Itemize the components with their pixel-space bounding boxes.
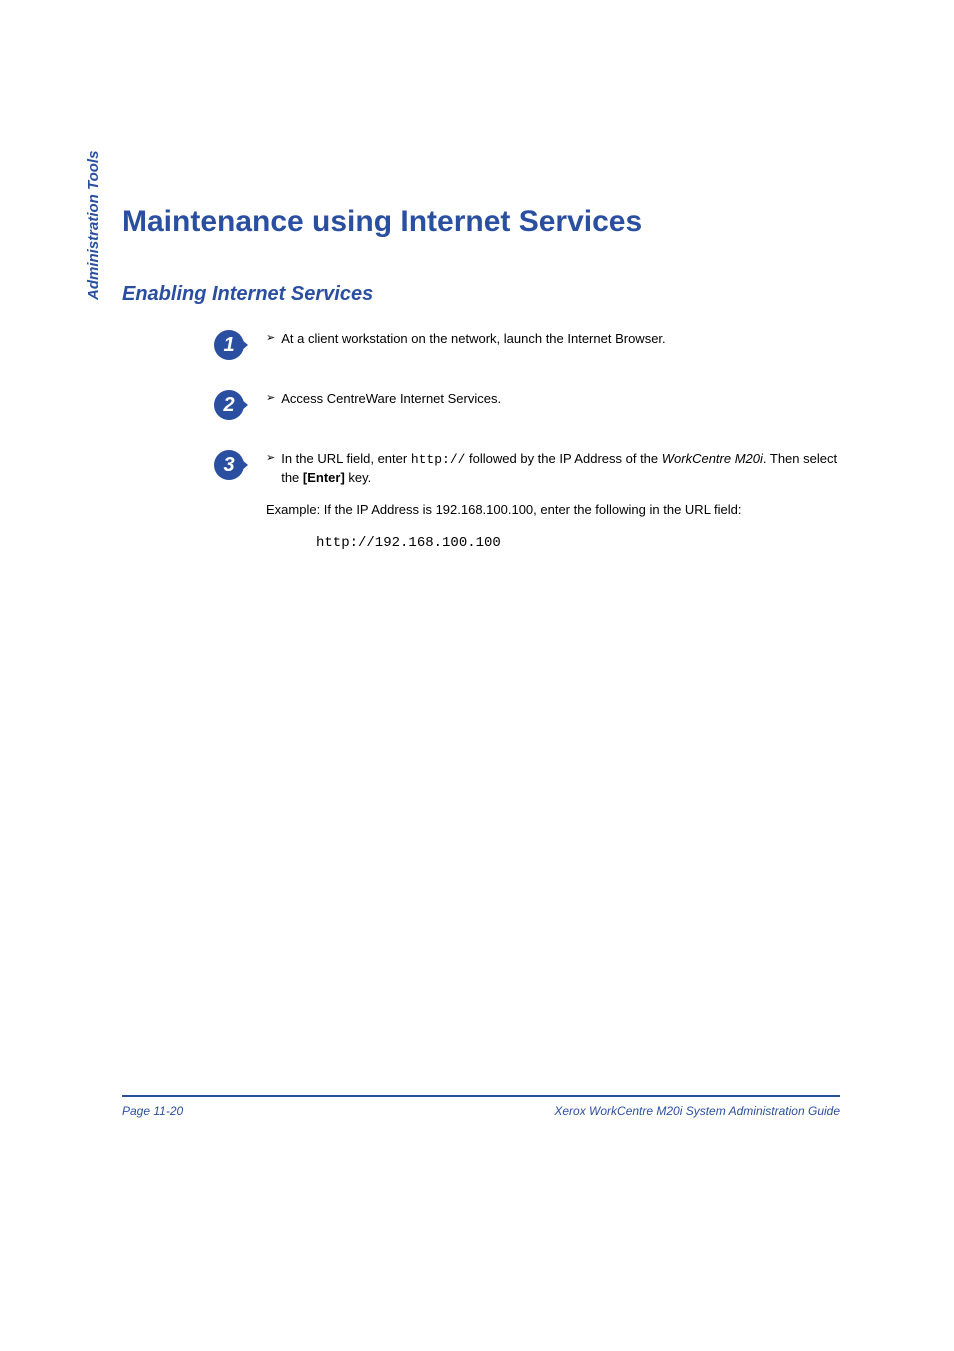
footer-divider: [122, 1095, 840, 1097]
footer-page-number: Page 11-20: [122, 1104, 183, 1118]
step-1-text: At a client workstation on the network, …: [281, 330, 665, 348]
step-badge-3: 3: [214, 450, 244, 480]
bullet-icon: ➢: [266, 391, 275, 406]
step-3: 3 ➢ In the URL field, enter http:// foll…: [214, 450, 848, 553]
footer-document-title: Xerox WorkCentre M20i System Administrat…: [554, 1104, 840, 1118]
bullet-icon: ➢: [266, 451, 275, 466]
step-1-content: ➢ At a client workstation on the network…: [266, 330, 848, 348]
step-3-url: http://192.168.100.100: [316, 534, 848, 554]
section-heading: Enabling Internet Services: [122, 283, 373, 306]
step-2-content: ➢ Access CentreWare Internet Services.: [266, 390, 848, 408]
step-3-content: ➢ In the URL field, enter http:// follow…: [266, 450, 848, 553]
step-3-text: In the URL field, enter http:// followed…: [281, 450, 848, 487]
bullet-icon: ➢: [266, 331, 275, 346]
sidebar-section-label: Administration Tools: [85, 151, 102, 300]
step-badge-1: 1: [214, 330, 244, 360]
page-title: Maintenance using Internet Services: [122, 205, 642, 239]
step-2: 2 ➢ Access CentreWare Internet Services.: [214, 390, 848, 420]
step-1: 1 ➢ At a client workstation on the netwo…: [214, 330, 848, 360]
step-3-example: Example: If the IP Address is 192.168.10…: [266, 501, 848, 519]
step-badge-2: 2: [214, 390, 244, 420]
step-2-text: Access CentreWare Internet Services.: [281, 390, 501, 408]
